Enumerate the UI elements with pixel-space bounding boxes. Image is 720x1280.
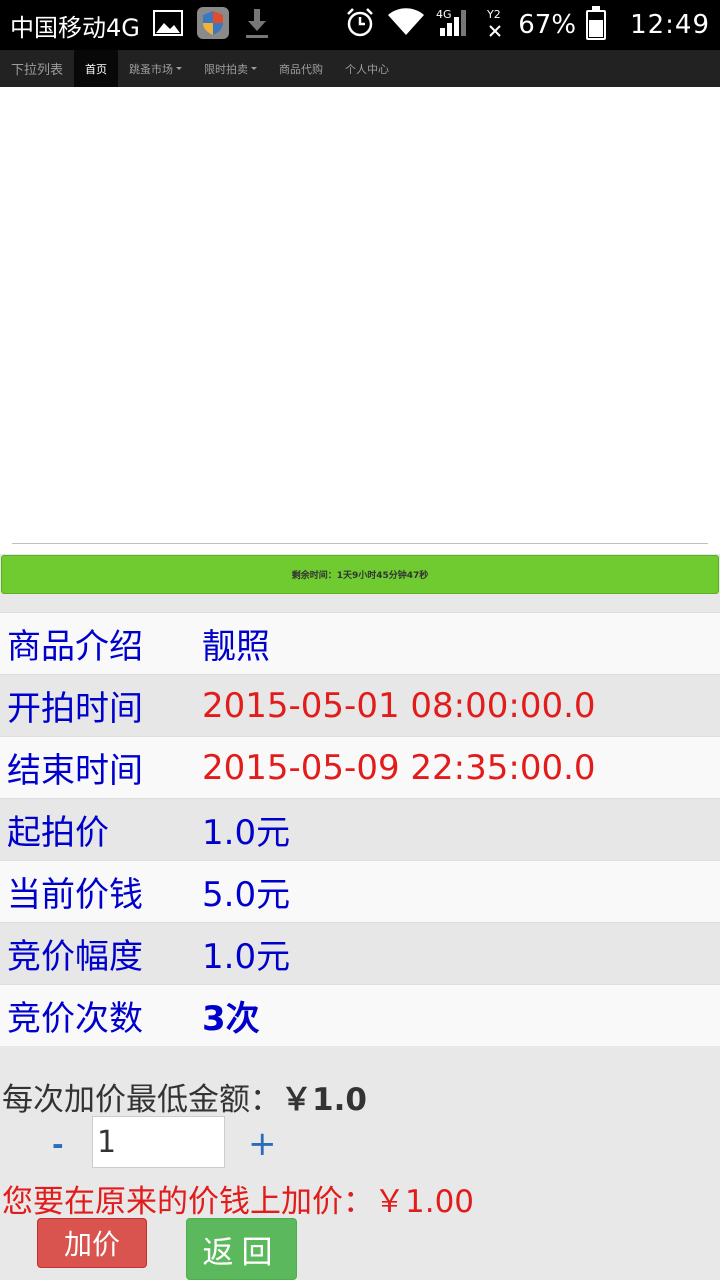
carrier-name: 中国移动4G <box>10 13 140 42</box>
table-row: 开拍时间 2015-05-01 08:00:00.0 <box>0 674 720 736</box>
divider <box>12 543 708 544</box>
signal-4g-icon: 4G <box>436 6 476 45</box>
alarm-icon <box>344 6 376 45</box>
dropdown-list-toggle[interactable]: 下拉列表 <box>0 50 74 87</box>
row-label: 开拍时间 <box>7 689 143 729</box>
nav-personal-center-label: 个人中心 <box>345 62 390 76</box>
row-value: 2015-05-09 22:35:00.0 <box>202 747 596 788</box>
nav-flea-market[interactable]: 跳蚤市场 <box>118 50 193 87</box>
nav-personal-center[interactable]: 个人中心 <box>334 50 400 87</box>
nav-purchasing-label: 商品代购 <box>279 62 324 76</box>
add-amount-label: 您要在原来的价钱上加价： <box>2 1184 374 1220</box>
row-label: 竞价幅度 <box>7 937 143 977</box>
security-shield-icon <box>196 6 230 44</box>
image-gap <box>0 544 720 554</box>
quantity-input[interactable] <box>92 1116 225 1168</box>
countdown-value: 1天9小时45分钟47秒 <box>336 571 429 581</box>
decrement-button[interactable]: - <box>52 1128 64 1161</box>
auction-info-table: 商品介绍 靓照 开拍时间 2015-05-01 08:00:00.0 结束时间 … <box>0 612 720 1046</box>
row-label: 起拍价 <box>7 813 109 853</box>
download-icon <box>242 7 272 43</box>
table-row: 当前价钱 5.0元 <box>0 860 720 922</box>
nav-purchasing[interactable]: 商品代购 <box>268 50 334 87</box>
row-label: 竞价次数 <box>7 999 143 1039</box>
min-increment-label: 每次加价最低金额： <box>2 1082 281 1118</box>
min-increment-value: ￥1.0 <box>281 1082 367 1118</box>
table-row: 竞价次数 3次 <box>0 984 720 1046</box>
nav-timed-auction[interactable]: 限时拍卖 <box>193 50 268 87</box>
gallery-icon <box>152 7 184 43</box>
battery-icon <box>586 6 607 40</box>
row-value: 5.0元 <box>202 875 291 915</box>
status-bar: 中国移动4G 4G Y2 67% 12:49 <box>0 0 720 50</box>
row-value: 靓照 <box>202 627 270 667</box>
row-label: 结束时间 <box>7 751 143 791</box>
caret-down-icon <box>251 67 258 70</box>
svg-text:Y2: Y2 <box>486 8 501 21</box>
table-row: 起拍价 1.0元 <box>0 798 720 860</box>
add-amount-value: ￥1.00 <box>374 1184 475 1220</box>
row-value: 3次 <box>202 999 260 1039</box>
row-label: 当前价钱 <box>7 875 143 915</box>
row-label: 商品介绍 <box>7 627 143 667</box>
back-button[interactable]: 返回 <box>186 1218 297 1280</box>
countdown-bar: 剩余时间： 1天9小时45分钟47秒 <box>1 555 719 594</box>
row-value: 1.0元 <box>202 813 291 853</box>
battery-percent: 67% <box>518 10 577 40</box>
increment-button[interactable]: + <box>248 1124 277 1164</box>
caret-down-icon <box>176 67 183 70</box>
table-row: 商品介绍 靓照 <box>0 612 720 674</box>
row-value: 2015-05-01 08:00:00.0 <box>202 685 596 726</box>
table-row: 竞价幅度 1.0元 <box>0 922 720 984</box>
row-value: 1.0元 <box>202 937 291 977</box>
countdown-label: 剩余时间： <box>291 571 337 581</box>
product-image-area <box>0 87 720 544</box>
nav-timed-auction-label: 限时拍卖 <box>204 62 249 76</box>
wifi-icon <box>386 7 426 44</box>
place-bid-button[interactable]: 加价 <box>37 1218 147 1268</box>
svg-text:4G: 4G <box>436 8 452 21</box>
nav-flea-market-label: 跳蚤市场 <box>129 62 174 76</box>
nav-home-label: 首页 <box>85 62 108 76</box>
clock-time: 12:49 <box>630 10 710 40</box>
nav-home[interactable]: 首页 <box>74 50 119 87</box>
sim2-no-signal-icon: Y2 <box>486 6 508 45</box>
min-increment-line: 每次加价最低金额：￥1.0 <box>2 1074 367 1119</box>
top-navbar: 下拉列表 首页 跳蚤市场 限时拍卖 商品代购 个人中心 <box>0 50 720 87</box>
add-amount-line: 您要在原来的价钱上加价：￥1.00 <box>2 1176 474 1221</box>
table-row: 结束时间 2015-05-09 22:35:00.0 <box>0 736 720 798</box>
